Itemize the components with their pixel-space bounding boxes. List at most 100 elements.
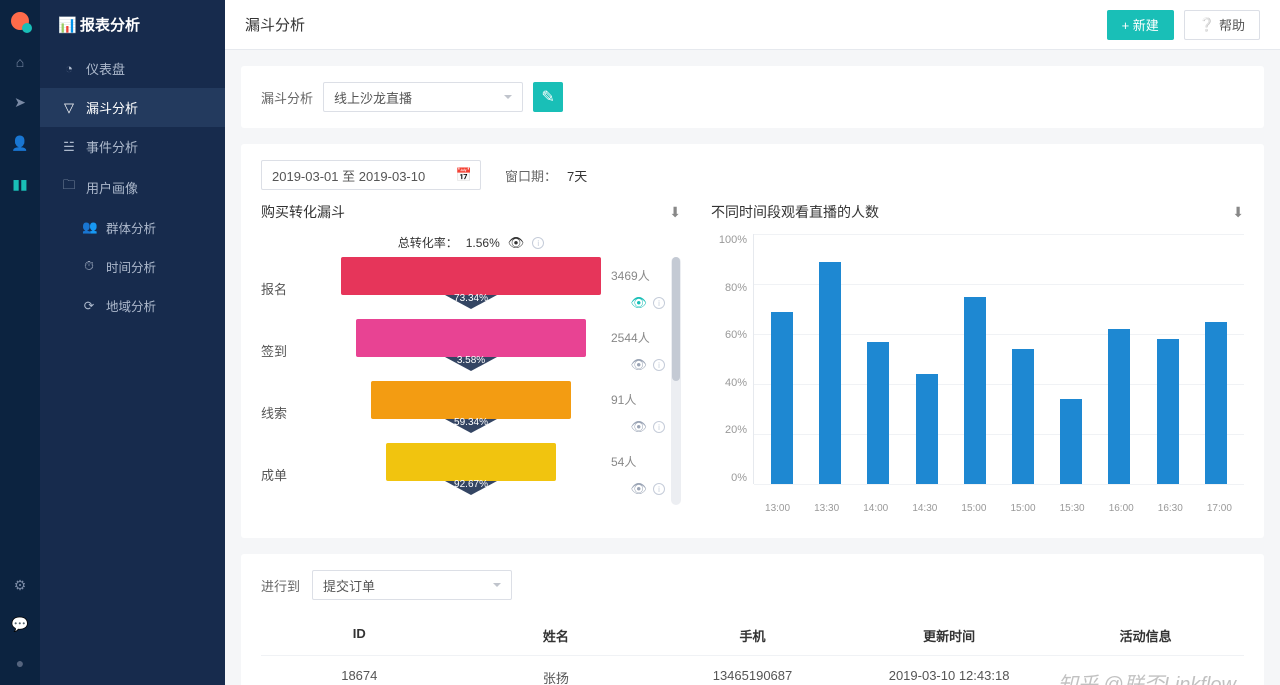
y-tick: 20% xyxy=(725,424,747,436)
funnel-chart: 报名签到线索成单 73.34%👁i3.58%👁i59.34%👁i92.67%👁i… xyxy=(261,257,681,505)
chart-bar xyxy=(1157,339,1179,484)
table-cell: 13465190687 xyxy=(654,668,851,685)
eye-icon[interactable]: 👁 xyxy=(508,235,525,251)
table-header-cell: ID xyxy=(261,626,458,645)
funnel-bar xyxy=(386,443,556,481)
table-header-cell: 手机 xyxy=(654,626,851,645)
funnel-bar xyxy=(356,319,586,357)
help-button[interactable]: ❔ 帮助 xyxy=(1184,10,1260,40)
chart-bar xyxy=(1205,322,1227,485)
event-icon: ☱ xyxy=(62,139,76,155)
funnel-conv-rate: 73.34% xyxy=(454,293,488,304)
chart-bar xyxy=(819,262,841,485)
data-table: ID姓名手机更新时间活动信息 18674张扬134651906872019-03… xyxy=(261,616,1244,685)
x-tick: 16:30 xyxy=(1150,503,1190,514)
sidebar-item-event[interactable]: ☱ 事件分析 xyxy=(40,127,225,166)
gauge-icon: ◔ xyxy=(62,61,76,76)
rail-chart-icon[interactable]: ▮▮ xyxy=(12,176,27,193)
sidebar-item-funnel[interactable]: ▽ 漏斗分析 xyxy=(40,88,225,127)
sidebar-item-label: 漏斗分析 xyxy=(86,98,138,117)
rail-avatar-icon[interactable]: ● xyxy=(16,655,24,671)
sidebar-sub-region[interactable]: ⟳ 地域分析 xyxy=(40,286,225,325)
funnel-step-label: 成单 xyxy=(261,443,331,505)
rail-home-icon[interactable]: ⌂ xyxy=(16,54,24,70)
info-icon[interactable]: i xyxy=(532,237,544,249)
table-filter-value: 提交订单 xyxy=(323,576,375,595)
table-cell: 2019-03-10 12:43:18 xyxy=(851,668,1048,685)
x-tick: 15:30 xyxy=(1052,503,1092,514)
rail-chat-icon[interactable]: 💬 xyxy=(11,616,28,633)
funnel-scrollbar-thumb[interactable] xyxy=(672,257,680,381)
table-panel: 进行到 提交订单 ID姓名手机更新时间活动信息 18674张扬134651906… xyxy=(241,554,1264,685)
table-filter-label: 进行到 xyxy=(261,576,300,595)
chart-bar xyxy=(867,342,889,485)
chart-bar xyxy=(1012,349,1034,484)
x-tick: 17:00 xyxy=(1199,503,1239,514)
clock-icon: ⏱ xyxy=(82,259,96,274)
icon-rail: ⌂ ➤ 👤 ▮▮ ⚙ 💬 ● xyxy=(0,0,40,685)
y-tick: 60% xyxy=(725,329,747,341)
funnel-select-value: 线上沙龙直播 xyxy=(334,88,412,107)
overall-rate-value: 1.56% xyxy=(466,236,500,250)
group-icon: 👥 xyxy=(82,220,96,235)
funnel-select-label: 漏斗分析 xyxy=(261,88,313,107)
download-funnel-icon[interactable]: ⬇ xyxy=(669,204,681,221)
funnel-step-label: 报名 xyxy=(261,257,331,319)
download-barchart-icon[interactable]: ⬇ xyxy=(1232,204,1244,221)
chart-bar xyxy=(964,297,986,485)
sidebar-item-label: 群体分析 xyxy=(106,218,156,237)
sidebar-item-label: 地域分析 xyxy=(106,296,156,315)
rail-send-icon[interactable]: ➤ xyxy=(14,94,26,111)
x-tick: 14:00 xyxy=(856,503,896,514)
sidebar-item-label: 时间分析 xyxy=(106,257,156,276)
table-header-row: ID姓名手机更新时间活动信息 xyxy=(261,616,1244,656)
funnel-eye-icon[interactable]: 👁i xyxy=(630,481,665,497)
rail-user-icon[interactable]: 👤 xyxy=(11,135,28,152)
table-filter-select[interactable]: 提交订单 xyxy=(312,570,512,600)
sidebar-item-label: 仪表盘 xyxy=(86,59,125,78)
sidebar-sub-time[interactable]: ⏱ 时间分析 xyxy=(40,247,225,286)
x-tick: 16:00 xyxy=(1101,503,1141,514)
funnel-conv-rate: 59.34% xyxy=(454,417,488,428)
table-row[interactable]: 18674张扬134651906872019-03-10 12:43:18 xyxy=(261,656,1244,685)
sidebar-item-user-profile[interactable]: 🗀 用户画像 xyxy=(40,166,225,208)
sidebar-title-icon: 📊 xyxy=(58,16,72,34)
barchart-title: 不同时间段观看直播的人数 xyxy=(711,202,879,222)
funnel-select[interactable]: 线上沙龙直播 xyxy=(323,82,523,112)
funnel-select-panel: 漏斗分析 线上沙龙直播 ✎ xyxy=(241,66,1264,128)
y-tick: 100% xyxy=(719,234,747,246)
sidebar-item-label: 用户画像 xyxy=(86,178,138,197)
bar-chart: 100%80%60%40%20%0% 13:0013:3014:0014:301… xyxy=(711,234,1244,514)
funnel-conv-rate: 3.58% xyxy=(457,355,485,366)
window-value: 7天 xyxy=(567,166,587,185)
page-title: 漏斗分析 xyxy=(245,14,305,35)
date-range-input[interactable]: 2019-03-01 至 2019-03-10 xyxy=(261,160,481,190)
table-cell xyxy=(1047,668,1244,685)
funnel-conv-rate: 92.67% xyxy=(454,479,488,490)
chart-bar xyxy=(771,312,793,485)
funnel-bar xyxy=(371,381,571,419)
folder-icon: 🗀 xyxy=(62,176,76,198)
topbar: 漏斗分析 + 新建 ❔ 帮助 xyxy=(225,0,1280,50)
main: 漏斗分析 + 新建 ❔ 帮助 漏斗分析 线上沙龙直播 ✎ xyxy=(225,0,1280,685)
sidebar-sub-group[interactable]: 👥 群体分析 xyxy=(40,208,225,247)
sidebar-item-dashboard[interactable]: ◔ 仪表盘 xyxy=(40,49,225,88)
funnel-scrollbar[interactable] xyxy=(671,257,681,505)
funnel-step-label: 签到 xyxy=(261,319,331,381)
window-label: 窗口期： xyxy=(505,166,557,185)
table-header-cell: 姓名 xyxy=(458,626,655,645)
x-tick: 15:00 xyxy=(1003,503,1043,514)
new-button[interactable]: + 新建 xyxy=(1107,10,1174,40)
edit-funnel-button[interactable]: ✎ xyxy=(533,82,563,112)
funnel-eye-icon[interactable]: 👁i xyxy=(630,295,665,311)
rail-gear-icon[interactable]: ⚙ xyxy=(14,577,27,594)
chart-bar xyxy=(1060,399,1082,484)
sidebar-title: 📊 报表分析 xyxy=(40,0,225,49)
table-cell: 张扬 xyxy=(458,668,655,685)
overall-rate-label: 总转化率： xyxy=(398,234,458,251)
new-button-label: + 新建 xyxy=(1122,15,1159,34)
help-button-label: 帮助 xyxy=(1219,15,1245,34)
funnel-eye-icon[interactable]: 👁i xyxy=(630,419,665,435)
y-tick: 80% xyxy=(725,282,747,294)
funnel-eye-icon[interactable]: 👁i xyxy=(630,357,665,373)
